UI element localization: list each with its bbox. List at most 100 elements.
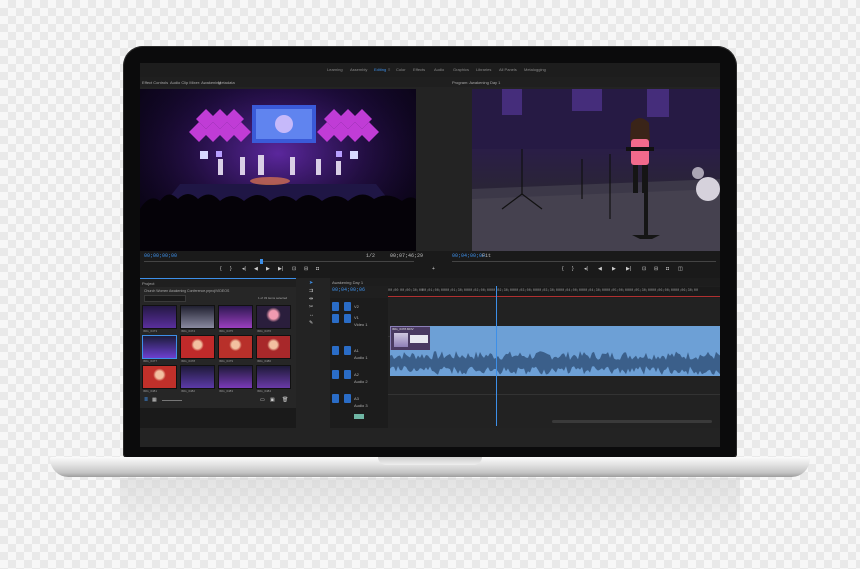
list-view-icon[interactable]: ≣: [144, 398, 148, 403]
track-target-a2[interactable]: [332, 370, 339, 379]
thumbnail-size-slider[interactable]: [162, 400, 182, 401]
track-source-v1[interactable]: [344, 314, 351, 323]
audio-clip[interactable]: [390, 350, 720, 376]
clip-thumbnail[interactable]: [256, 335, 291, 359]
source-timecode-current[interactable]: 00;00;00;00: [144, 253, 177, 259]
clip-thumbnail[interactable]: [142, 365, 177, 389]
source-play-icon[interactable]: ▶: [266, 267, 270, 272]
render-bar: [388, 296, 720, 297]
new-bin-icon[interactable]: ▭: [260, 398, 265, 403]
program-forward-icon[interactable]: ▶|: [626, 267, 631, 272]
source-add-button-icon[interactable]: +: [432, 267, 435, 272]
program-step-back-icon[interactable]: ◂|: [584, 267, 588, 272]
pen-tool-icon[interactable]: ✎: [309, 321, 313, 326]
tab-audio-clip-mixer[interactable]: Audio Clip Mixer: Awakening: [170, 80, 221, 85]
source-mark-out-icon[interactable]: }: [230, 267, 232, 272]
track-source-a2[interactable]: [344, 370, 351, 379]
slip-tool-icon[interactable]: ↔: [309, 313, 314, 318]
program-timecode[interactable]: 00;04;00;00: [452, 253, 485, 259]
track-target-a3[interactable]: [332, 394, 339, 403]
source-rewind-icon[interactable]: ◀: [254, 267, 258, 272]
program-zoom-select[interactable]: Fit: [482, 253, 491, 259]
track-id-a1: A1: [354, 348, 359, 353]
source-scrubber[interactable]: [144, 261, 414, 262]
source-export-frame-icon[interactable]: ◘: [316, 267, 319, 272]
playhead[interactable]: [496, 286, 497, 426]
clip-thumbnail[interactable]: [180, 305, 215, 329]
program-mark-in-icon[interactable]: {: [562, 267, 564, 272]
clip-label: IMG_0480: [257, 359, 272, 363]
timeline-timecode[interactable]: 00;04;00;06: [332, 287, 365, 293]
track-label-video-1: Video 1: [354, 322, 368, 327]
source-monitor-video[interactable]: [140, 89, 416, 251]
track-source-a3[interactable]: [344, 394, 351, 403]
program-compare-icon[interactable]: ◫: [678, 267, 683, 272]
workspace-metalogging[interactable]: Metalogging: [524, 67, 546, 72]
track-target-v2[interactable]: [332, 302, 339, 311]
icon-view-icon[interactable]: ▦: [152, 398, 157, 403]
program-play-icon[interactable]: ▶: [612, 267, 616, 272]
project-items-selected: 1 of 33 items selected: [258, 296, 288, 300]
trash-icon[interactable]: 🗑: [282, 398, 288, 403]
clip-thumbnail[interactable]: [142, 305, 177, 329]
source-step-back-icon[interactable]: ◂|: [242, 267, 246, 272]
tab-effect-controls[interactable]: Effect Controls: [142, 80, 168, 85]
program-export-frame-icon[interactable]: ◘: [666, 267, 669, 272]
clip-thumbnail[interactable]: [218, 335, 253, 359]
clip-thumbnail-preview: [394, 333, 408, 347]
track-target-a1[interactable]: [332, 346, 339, 355]
clip-thumbnail-selected[interactable]: [142, 335, 177, 359]
workspace-libraries[interactable]: Libraries: [476, 67, 491, 72]
program-monitor-video[interactable]: [472, 89, 720, 251]
workspace-learning[interactable]: Learning: [327, 67, 343, 72]
source-forward-icon[interactable]: ▶|: [278, 267, 283, 272]
track-target-v1[interactable]: [332, 314, 339, 323]
source-zoom-select[interactable]: 1/2: [366, 253, 375, 259]
clip-thumbnail[interactable]: [256, 305, 291, 329]
master-track-indicator: [354, 414, 364, 419]
clip-thumbnail[interactable]: [218, 365, 253, 389]
clip-thumbnail[interactable]: [180, 365, 215, 389]
project-search-input[interactable]: [144, 295, 186, 302]
menu-icon[interactable]: ≡: [388, 67, 390, 72]
program-title[interactable]: Program: Awakening Day 1: [452, 80, 500, 85]
time-ruler[interactable]: 00;00 00;00;30;00 00;01;00;00 00;01;30;0…: [388, 287, 720, 297]
video-clip[interactable]: IMG_0478.MOV: [390, 326, 432, 352]
track-id-v1: V1: [354, 315, 359, 320]
program-rewind-icon[interactable]: ◀: [598, 267, 602, 272]
program-lift-icon[interactable]: ⊡: [642, 267, 646, 272]
project-panel-title[interactable]: Project: [142, 281, 154, 286]
project-footer: [140, 408, 296, 428]
workspace-color[interactable]: Color: [396, 67, 406, 72]
clip-label: IMG_0477: [143, 359, 158, 363]
clip-thumbnail[interactable]: [256, 365, 291, 389]
workspace-assembly[interactable]: Assembly: [350, 67, 367, 72]
clip-thumbnail[interactable]: [218, 305, 253, 329]
selection-tool-icon[interactable]: ➤: [309, 281, 313, 286]
track-source-v2[interactable]: [344, 302, 351, 311]
program-mark-out-icon[interactable]: }: [572, 267, 574, 272]
source-insert-icon[interactable]: ⊡: [292, 267, 296, 272]
ripple-edit-tool-icon[interactable]: ⇹: [309, 297, 313, 302]
video-clip-body[interactable]: [430, 326, 720, 350]
source-overwrite-icon[interactable]: ⊟: [304, 267, 308, 272]
razor-tool-icon[interactable]: ✂: [309, 305, 313, 310]
project-panel: Project Church Women Awakening Conferenc…: [140, 278, 296, 428]
program-extract-icon[interactable]: ⊟: [654, 267, 658, 272]
track-select-tool-icon[interactable]: ⇉: [309, 289, 313, 294]
tab-metadata[interactable]: Metadata: [218, 80, 235, 85]
workspace-editing[interactable]: Editing: [374, 67, 386, 72]
clip-label: IMG_0482: [181, 389, 196, 393]
workspace-graphics[interactable]: Graphics: [453, 67, 469, 72]
track-source-a1[interactable]: [344, 346, 351, 355]
program-scrubber[interactable]: [452, 261, 716, 262]
sequence-tab[interactable]: Awakening Day 1: [332, 280, 363, 285]
timeline-scrollbar[interactable]: [552, 420, 712, 423]
workspace-all-panels[interactable]: All Panels: [499, 67, 517, 72]
source-mark-in-icon[interactable]: {: [220, 267, 222, 272]
source-playhead[interactable]: [260, 259, 263, 264]
workspace-effects[interactable]: Effects: [413, 67, 425, 72]
new-item-icon[interactable]: ▣: [270, 398, 275, 403]
workspace-audio[interactable]: Audio: [434, 67, 444, 72]
clip-thumbnail[interactable]: [180, 335, 215, 359]
